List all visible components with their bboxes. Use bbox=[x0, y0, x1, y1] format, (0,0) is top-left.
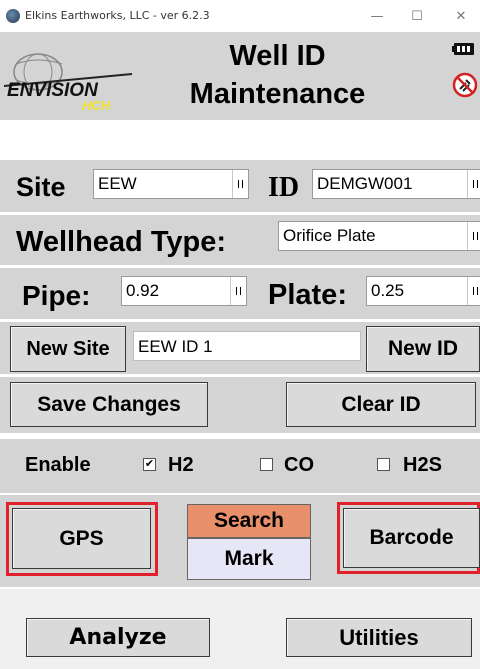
wellhead-row: Wellhead Type: Orifice Plate bbox=[0, 215, 480, 265]
h2-label: H2 bbox=[168, 454, 194, 476]
page-title-line2: Maintenance bbox=[189, 78, 366, 110]
spacer bbox=[0, 120, 480, 160]
new-site-input[interactable]: EEW ID 1 bbox=[133, 331, 361, 361]
actions-row: Save Changes Clear ID bbox=[0, 377, 480, 433]
id-select[interactable]: DEMGW001 bbox=[312, 169, 480, 199]
pipe-label: Pipe: bbox=[22, 280, 91, 311]
mark-button[interactable]: Mark bbox=[187, 538, 311, 580]
plate-value: 0.25 bbox=[371, 281, 405, 300]
site-value: EEW bbox=[98, 174, 137, 193]
wellhead-label: Wellhead Type: bbox=[16, 226, 227, 258]
enable-row: Enable ✔ H2 CO H2S bbox=[0, 439, 480, 493]
minimize-button[interactable]: — bbox=[362, 4, 392, 28]
chevron-down-icon[interactable] bbox=[467, 222, 480, 250]
no-signal-icon bbox=[452, 72, 478, 98]
save-changes-button[interactable]: Save Changes bbox=[10, 382, 208, 427]
header-panel: ENVISION HCH Well ID Maintenance bbox=[0, 32, 480, 120]
wellhead-select[interactable]: Orifice Plate bbox=[278, 221, 480, 251]
chevron-down-icon[interactable] bbox=[232, 170, 248, 198]
pipe-select[interactable]: 0.92 bbox=[121, 276, 247, 306]
chevron-down-icon[interactable] bbox=[467, 170, 480, 198]
site-label: Site bbox=[16, 172, 66, 202]
envision-logo: ENVISION HCH bbox=[4, 53, 133, 112]
new-site-row: New Site EEW ID 1 New ID bbox=[0, 322, 480, 374]
h2-checkbox[interactable]: ✔ bbox=[143, 458, 156, 471]
new-site-value: EEW ID 1 bbox=[138, 337, 213, 356]
co-label: CO bbox=[284, 454, 314, 476]
maximize-button[interactable]: ☐ bbox=[402, 4, 432, 28]
id-label: ID bbox=[268, 172, 300, 203]
footer-row: Analyze Utilities bbox=[0, 589, 480, 669]
analyze-button[interactable]: Analyze bbox=[26, 618, 210, 657]
chevron-down-icon[interactable] bbox=[230, 277, 246, 305]
clear-id-button[interactable]: Clear ID bbox=[286, 382, 476, 427]
app-icon bbox=[6, 9, 20, 23]
svg-text:HCH: HCH bbox=[82, 98, 111, 112]
wellhead-value: Orifice Plate bbox=[283, 226, 376, 245]
search-button[interactable]: Search bbox=[187, 504, 311, 538]
h2s-checkbox[interactable] bbox=[377, 458, 390, 471]
battery-icon bbox=[452, 43, 474, 55]
new-id-button[interactable]: New ID bbox=[366, 326, 480, 372]
h2s-label: H2S bbox=[403, 454, 442, 476]
gps-button[interactable]: GPS bbox=[12, 508, 151, 569]
enable-label: Enable bbox=[25, 454, 91, 476]
chevron-down-icon[interactable] bbox=[467, 277, 480, 305]
utilities-button[interactable]: Utilities bbox=[286, 618, 472, 657]
co-checkbox[interactable] bbox=[260, 458, 273, 471]
new-site-button[interactable]: New Site bbox=[10, 326, 126, 372]
barcode-button[interactable]: Barcode bbox=[343, 508, 480, 568]
site-id-row: Site EEW ID DEMGW001 bbox=[0, 160, 480, 212]
site-select[interactable]: EEW bbox=[93, 169, 249, 199]
plate-select[interactable]: 0.25 bbox=[366, 276, 480, 306]
pipe-value: 0.92 bbox=[126, 281, 160, 300]
pipe-plate-row: Pipe: 0.92 Plate: 0.25 bbox=[0, 268, 480, 319]
close-button[interactable]: ✕ bbox=[446, 4, 476, 28]
page-title-line1: Well ID bbox=[229, 40, 326, 72]
id-value: DEMGW001 bbox=[317, 174, 413, 193]
plate-label: Plate: bbox=[268, 279, 347, 311]
window-title: Elkins Earthworks, LLC - ver 6.2.3 bbox=[25, 9, 210, 22]
window-titlebar: Elkins Earthworks, LLC - ver 6.2.3 — ☐ ✕ bbox=[0, 0, 480, 32]
